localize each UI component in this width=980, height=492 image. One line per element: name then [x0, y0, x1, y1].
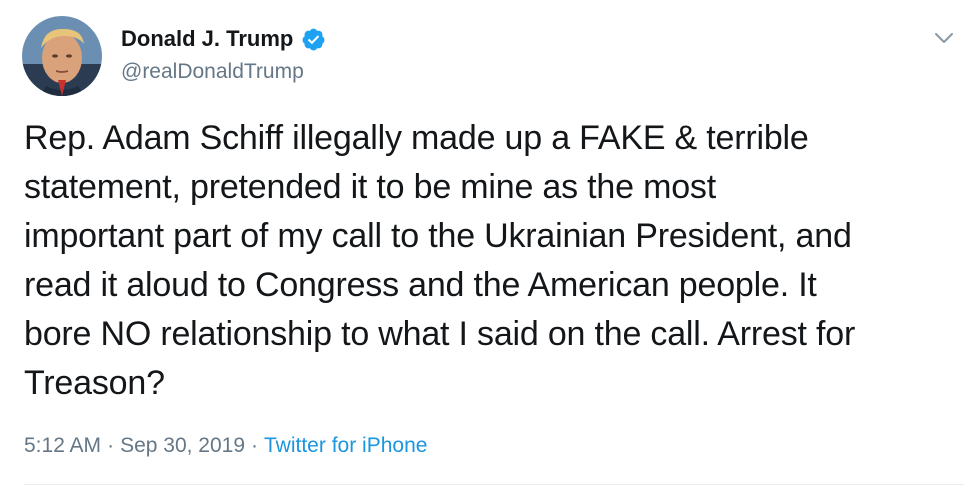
tweet-text-line: statement, pretended it to be mine as th… — [24, 168, 716, 206]
tweet-meta: 5:12 AM · Sep 30, 2019 · Twitter for iPhone — [24, 432, 427, 460]
user-handle[interactable]: @realDonaldTrump — [121, 59, 304, 85]
chevron-down-icon[interactable] — [930, 24, 958, 52]
display-name[interactable]: Donald J. Trump — [121, 25, 293, 53]
tweet-text-line: Treason? — [24, 364, 165, 402]
tweet-text: Rep. Adam Schiff illegally made up a FAK… — [24, 114, 964, 408]
meta-separator: · — [107, 434, 115, 457]
tweet-text-line: Rep. Adam Schiff illegally made up a FAK… — [24, 119, 809, 157]
tweet-card: Donald J. Trump @realDonaldTrump Rep. Ad… — [0, 0, 980, 492]
tweet-time[interactable]: 5:12 AM — [24, 434, 101, 457]
avatar-image — [22, 16, 102, 96]
tweet-text-line: read it aloud to Congress and the Americ… — [24, 266, 817, 304]
tweet-source-link[interactable]: Twitter for iPhone — [264, 434, 427, 457]
meta-separator: · — [251, 434, 259, 457]
tweet-text-line: important part of my call to the Ukraini… — [24, 217, 852, 255]
tweet-date[interactable]: Sep 30, 2019 — [120, 434, 245, 457]
tweet-text-line: bore NO relationship to what I said on t… — [24, 315, 856, 353]
divider — [24, 484, 964, 485]
user-name-row: Donald J. Trump — [121, 25, 326, 53]
avatar[interactable] — [22, 16, 102, 96]
verified-badge-icon — [301, 27, 326, 52]
